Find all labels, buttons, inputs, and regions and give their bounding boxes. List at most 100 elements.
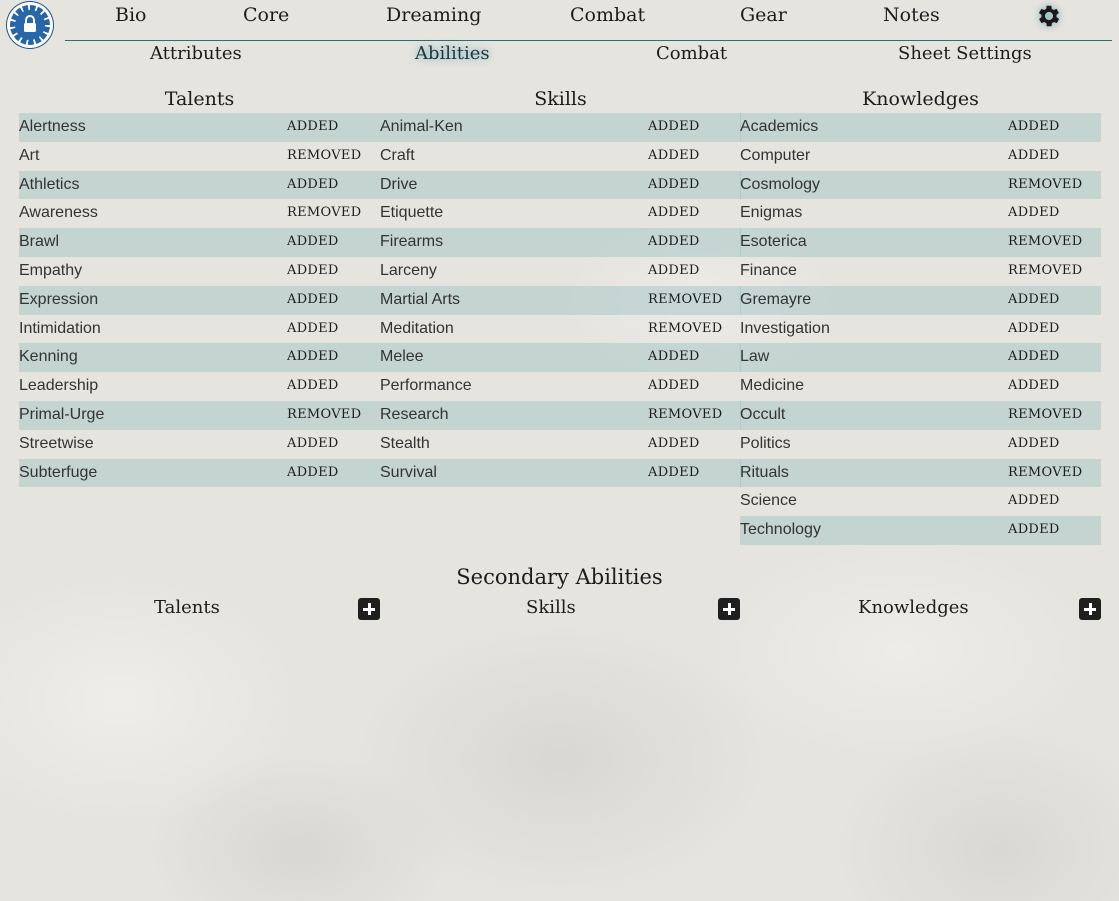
ability-name: Leadership <box>19 377 99 395</box>
ability-row: Science ADDED <box>740 487 1101 516</box>
top-nav: Bio Core Dreaming Combat Gear Notes <box>65 0 1112 41</box>
nav-dreaming[interactable]: Dreaming <box>386 4 481 26</box>
ability-status-toggle[interactable]: ADDED <box>648 372 700 401</box>
ability-status-toggle[interactable]: ADDED <box>1008 487 1060 516</box>
skills-column: Skills Animal-Ken ADDED Craft ADDED Drive ADD… <box>380 85 741 488</box>
subnav-abilities[interactable]: Abilities <box>415 43 490 64</box>
ability-status-toggle[interactable]: ADDED <box>287 372 339 401</box>
ability-row: Politics ADDED <box>740 430 1101 459</box>
ability-status-toggle[interactable]: REMOVED <box>648 315 722 344</box>
ability-status-toggle[interactable]: ADDED <box>1008 113 1060 142</box>
add-secondary-talent-button[interactable] <box>358 598 380 620</box>
ability-status-toggle[interactable]: ADDED <box>1008 343 1060 372</box>
ability-status-toggle[interactable]: ADDED <box>287 343 339 372</box>
ability-status-toggle[interactable]: REMOVED <box>287 199 361 228</box>
ability-status-toggle[interactable]: ADDED <box>287 286 339 315</box>
skills-title: Skills <box>534 88 587 110</box>
add-secondary-skill-button[interactable] <box>718 598 740 620</box>
ability-row: Esoterica REMOVED <box>740 228 1101 257</box>
ability-name: Finance <box>740 261 797 279</box>
ability-status-toggle[interactable]: REMOVED <box>1008 171 1082 200</box>
ability-row: Rituals REMOVED <box>740 458 1101 488</box>
ability-row: Cosmology REMOVED <box>740 170 1101 200</box>
ability-status-toggle[interactable]: ADDED <box>1008 286 1060 315</box>
ability-status-toggle[interactable]: ADDED <box>648 228 700 257</box>
ability-status-toggle[interactable]: ADDED <box>287 430 339 459</box>
ability-name: Rituals <box>740 463 789 481</box>
lock-toggle-button[interactable] <box>7 2 53 48</box>
gear-icon[interactable] <box>1035 2 1063 30</box>
ability-name: Drive <box>380 175 418 193</box>
ability-row: Awareness REMOVED <box>19 199 380 228</box>
talents-list: Alertness ADDED Art REMOVED Athletics ADDED Aw… <box>19 113 380 488</box>
ability-row: Larceny ADDED <box>380 257 741 286</box>
ability-name: Research <box>380 405 449 423</box>
ability-status-toggle[interactable]: ADDED <box>648 343 700 372</box>
secondary-knowledges-label: Knowledges <box>858 597 969 618</box>
ability-row: Survival ADDED <box>380 458 741 488</box>
ability-name: Brawl <box>19 233 60 251</box>
ability-status-toggle[interactable]: ADDED <box>1008 199 1060 228</box>
subnav-attributes[interactable]: Attributes <box>150 43 242 64</box>
ability-status-toggle[interactable]: REMOVED <box>287 401 361 430</box>
ability-status-toggle[interactable]: ADDED <box>287 228 339 257</box>
ability-status-toggle[interactable]: ADDED <box>287 171 339 200</box>
ability-status-toggle[interactable]: ADDED <box>287 459 339 488</box>
ability-status-toggle[interactable]: REMOVED <box>648 286 722 315</box>
ability-status-toggle[interactable]: REMOVED <box>1008 228 1082 257</box>
ability-name: Politics <box>740 434 791 452</box>
ability-status-toggle[interactable]: REMOVED <box>648 401 722 430</box>
knowledges-list: Academics ADDED Computer ADDED Cosmology REMO… <box>740 113 1101 545</box>
ability-status-toggle[interactable]: REMOVED <box>1008 257 1082 286</box>
ability-status-toggle[interactable]: ADDED <box>648 113 700 142</box>
ability-name: Stealth <box>380 434 430 452</box>
add-secondary-knowledge-button[interactable] <box>1079 598 1101 620</box>
ability-status-toggle[interactable]: ADDED <box>648 257 700 286</box>
ability-row: Streetwise ADDED <box>19 430 380 459</box>
ability-row: Martial Arts REMOVED <box>380 285 741 315</box>
ability-row: Brawl ADDED <box>19 228 380 257</box>
ability-status-toggle[interactable]: ADDED <box>1008 315 1060 344</box>
nav-bio[interactable]: Bio <box>115 4 146 26</box>
nav-combat[interactable]: Combat <box>570 4 645 26</box>
ability-name: Primal-Urge <box>19 405 105 423</box>
ability-status-toggle[interactable]: REMOVED <box>1008 459 1082 488</box>
ability-name: Art <box>19 146 40 164</box>
ability-row: Occult REMOVED <box>740 400 1101 430</box>
ability-row: Law ADDED <box>740 343 1101 373</box>
ability-name: Law <box>740 348 770 366</box>
skills-list: Animal-Ken ADDED Craft ADDED Drive ADDED Etiqu… <box>380 113 741 488</box>
ability-status-toggle[interactable]: ADDED <box>648 199 700 228</box>
ability-status-toggle[interactable]: ADDED <box>648 459 700 488</box>
ability-status-toggle[interactable]: ADDED <box>287 257 339 286</box>
ability-name: Subterfuge <box>19 463 98 481</box>
knowledges-title: Knowledges <box>862 88 979 110</box>
ability-status-toggle[interactable]: ADDED <box>287 113 339 142</box>
ability-status-toggle[interactable]: ADDED <box>1008 372 1060 401</box>
nav-gear[interactable]: Gear <box>740 4 787 26</box>
ability-row: Performance ADDED <box>380 372 741 401</box>
secondary-skills-label: Skills <box>526 597 576 618</box>
ability-row: Intimidation ADDED <box>19 315 380 344</box>
ability-status-toggle[interactable]: ADDED <box>1008 142 1060 171</box>
ability-status-toggle[interactable]: ADDED <box>1008 430 1060 459</box>
ability-status-toggle[interactable]: REMOVED <box>287 142 361 171</box>
ability-status-toggle[interactable]: ADDED <box>648 142 700 171</box>
subnav-combat[interactable]: Combat <box>656 43 727 64</box>
ability-row: Subterfuge ADDED <box>19 458 380 488</box>
ability-name: Medicine <box>740 377 805 395</box>
talents-column: Talents Alertness ADDED Art REMOVED Athletic… <box>19 85 380 488</box>
ability-row: Expression ADDED <box>19 285 380 315</box>
ability-name: Intimidation <box>19 319 101 337</box>
ability-status-toggle[interactable]: ADDED <box>648 430 700 459</box>
ability-status-toggle[interactable]: ADDED <box>648 171 700 200</box>
nav-core[interactable]: Core <box>243 4 289 26</box>
nav-notes[interactable]: Notes <box>883 4 940 26</box>
ability-name: Animal-Ken <box>380 118 463 135</box>
ability-status-toggle[interactable]: ADDED <box>1008 516 1060 545</box>
ability-row: Investigation ADDED <box>740 315 1101 344</box>
ability-row: Firearms ADDED <box>380 228 741 257</box>
ability-status-toggle[interactable]: ADDED <box>287 315 339 344</box>
ability-status-toggle[interactable]: REMOVED <box>1008 401 1082 430</box>
subnav-sheet-settings[interactable]: Sheet Settings <box>898 43 1032 64</box>
